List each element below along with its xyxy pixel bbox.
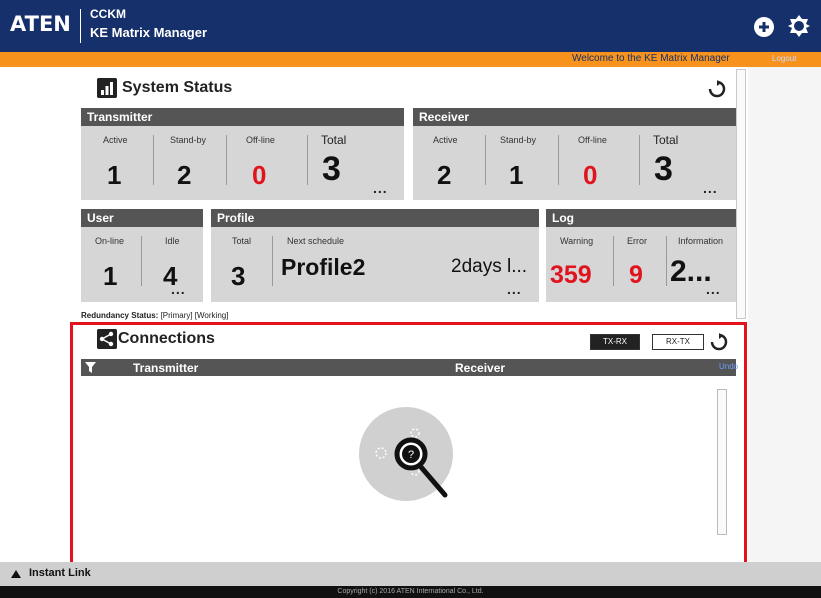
refresh-connections-icon[interactable] (710, 333, 728, 351)
profile-more-button[interactable]: ... (507, 282, 522, 296)
welcome-message: Welcome to the KE Matrix Manager (572, 53, 730, 64)
redundancy-value: [Primary] [Working] (160, 311, 229, 320)
transmitter-panel-title: Transmitter (81, 108, 404, 126)
logout-link[interactable]: Logout (772, 54, 796, 63)
bar-chart-icon (97, 78, 117, 98)
welcome-bar: Welcome to the KE Matrix Manager Logout (0, 52, 821, 67)
tx-standby-label: Stand-by (170, 135, 207, 145)
tx-offline-value: 0 (252, 160, 267, 190)
divider (639, 135, 640, 185)
plus-circle-icon[interactable] (752, 15, 776, 39)
profile-total-label: Total (232, 236, 252, 246)
header-divider (80, 9, 81, 43)
rx-standby-label: Stand-by (500, 135, 537, 145)
user-idle-label: Idle (165, 236, 180, 246)
log-warning-value: 359 (550, 261, 592, 289)
triangle-up-icon (11, 570, 21, 578)
user-panel-title: User (81, 209, 203, 227)
profile-next-value: Profile2 (281, 254, 366, 280)
divider (485, 135, 486, 185)
aten-logo: ATEN (10, 12, 71, 36)
tx-total-value: 3 (322, 150, 341, 188)
user-panel: User On-line 1 Idle 4 ... (81, 209, 203, 302)
connections-scrollbar[interactable] (717, 389, 727, 535)
copyright-footer: Copyright (c) 2016 ATEN International Co… (0, 586, 821, 598)
tx-total-label: Total (321, 133, 347, 147)
receiver-column-header[interactable]: Receiver (455, 361, 505, 375)
divider (666, 236, 667, 286)
user-more-button[interactable]: ... (171, 282, 186, 296)
connections-panel: Connections TX-RX RX-TX Transmitter Rece… (70, 322, 747, 598)
main-content: System Status Transmitter Active 1 Stand… (0, 67, 821, 598)
status-scrollbar[interactable] (736, 69, 746, 319)
transmitter-panel: Transmitter Active 1 Stand-by 2 Off-line… (81, 108, 404, 200)
rx-more-button[interactable]: ... (703, 181, 718, 195)
redundancy-label: Redundancy Status: (81, 311, 159, 320)
profile-next-time: 2days l... (451, 256, 528, 277)
transmitter-column-header[interactable]: Transmitter (133, 361, 198, 375)
share-connections-icon (97, 329, 117, 349)
divider (558, 135, 559, 185)
tx-standby-value: 2 (177, 160, 192, 190)
tx-offline-label: Off-line (246, 135, 275, 145)
search-question-icon: ? (375, 428, 448, 498)
divider (141, 236, 142, 286)
rx-active-label: Active (433, 135, 458, 145)
receiver-panel-title: Receiver (413, 108, 736, 126)
user-online-value: 1 (103, 261, 118, 291)
instant-link-bar[interactable]: Instant Link (0, 562, 821, 586)
instant-link-label[interactable]: Instant Link (29, 567, 91, 579)
profile-total-value: 3 (231, 261, 246, 291)
log-more-button[interactable]: ... (706, 282, 721, 296)
log-error-label: Error (627, 236, 647, 246)
divider (226, 135, 227, 185)
profile-next-label: Next schedule (287, 236, 345, 246)
log-info-label: Information (678, 236, 724, 246)
redundancy-status: Redundancy Status: [Primary] [Working] (81, 311, 228, 320)
right-gutter (748, 67, 821, 562)
app-product-name: CCKM (90, 7, 126, 21)
svg-text:?: ? (408, 449, 414, 461)
rx-total-value: 3 (654, 150, 673, 188)
log-warning-label: Warning (560, 236, 594, 246)
profile-panel-title: Profile (211, 209, 539, 227)
tx-rx-toggle[interactable]: TX-RX (590, 334, 640, 350)
log-panel: Log Warning 359 Error 9 Information 2...… (546, 209, 736, 302)
app-header: ATEN CCKM KE Matrix Manager (0, 0, 821, 52)
log-panel-title: Log (546, 209, 736, 227)
undo-link[interactable]: Undo (719, 362, 738, 371)
rx-offline-value: 0 (583, 160, 598, 190)
tx-more-button[interactable]: ... (373, 181, 388, 195)
log-error-value: 9 (629, 261, 643, 289)
empty-state-placeholder: ? (359, 407, 453, 501)
system-status-title: System Status (122, 79, 233, 96)
tx-active-value: 1 (107, 160, 122, 190)
user-online-label: On-line (95, 236, 125, 246)
rx-standby-value: 1 (509, 160, 524, 190)
profile-panel: Profile Total 3 Next schedule Profile2 2… (211, 209, 539, 302)
rx-total-label: Total (653, 133, 679, 147)
settings-gear-icon[interactable] (786, 13, 812, 39)
connections-title: Connections (118, 330, 215, 347)
filter-icon[interactable] (85, 362, 96, 373)
receiver-panel: Receiver Active 2 Stand-by 1 Off-line 0 … (413, 108, 736, 200)
app-title: KE Matrix Manager (90, 25, 208, 40)
rx-offline-label: Off-line (578, 135, 607, 145)
divider (153, 135, 154, 185)
refresh-status-icon[interactable] (708, 80, 726, 98)
divider (613, 236, 614, 286)
divider (272, 236, 273, 286)
divider (307, 135, 308, 185)
connections-table-header: Transmitter Receiver Undo (81, 359, 738, 376)
rx-tx-toggle[interactable]: RX-TX (652, 334, 704, 350)
rx-active-value: 2 (437, 160, 452, 190)
tx-active-label: Active (103, 135, 128, 145)
